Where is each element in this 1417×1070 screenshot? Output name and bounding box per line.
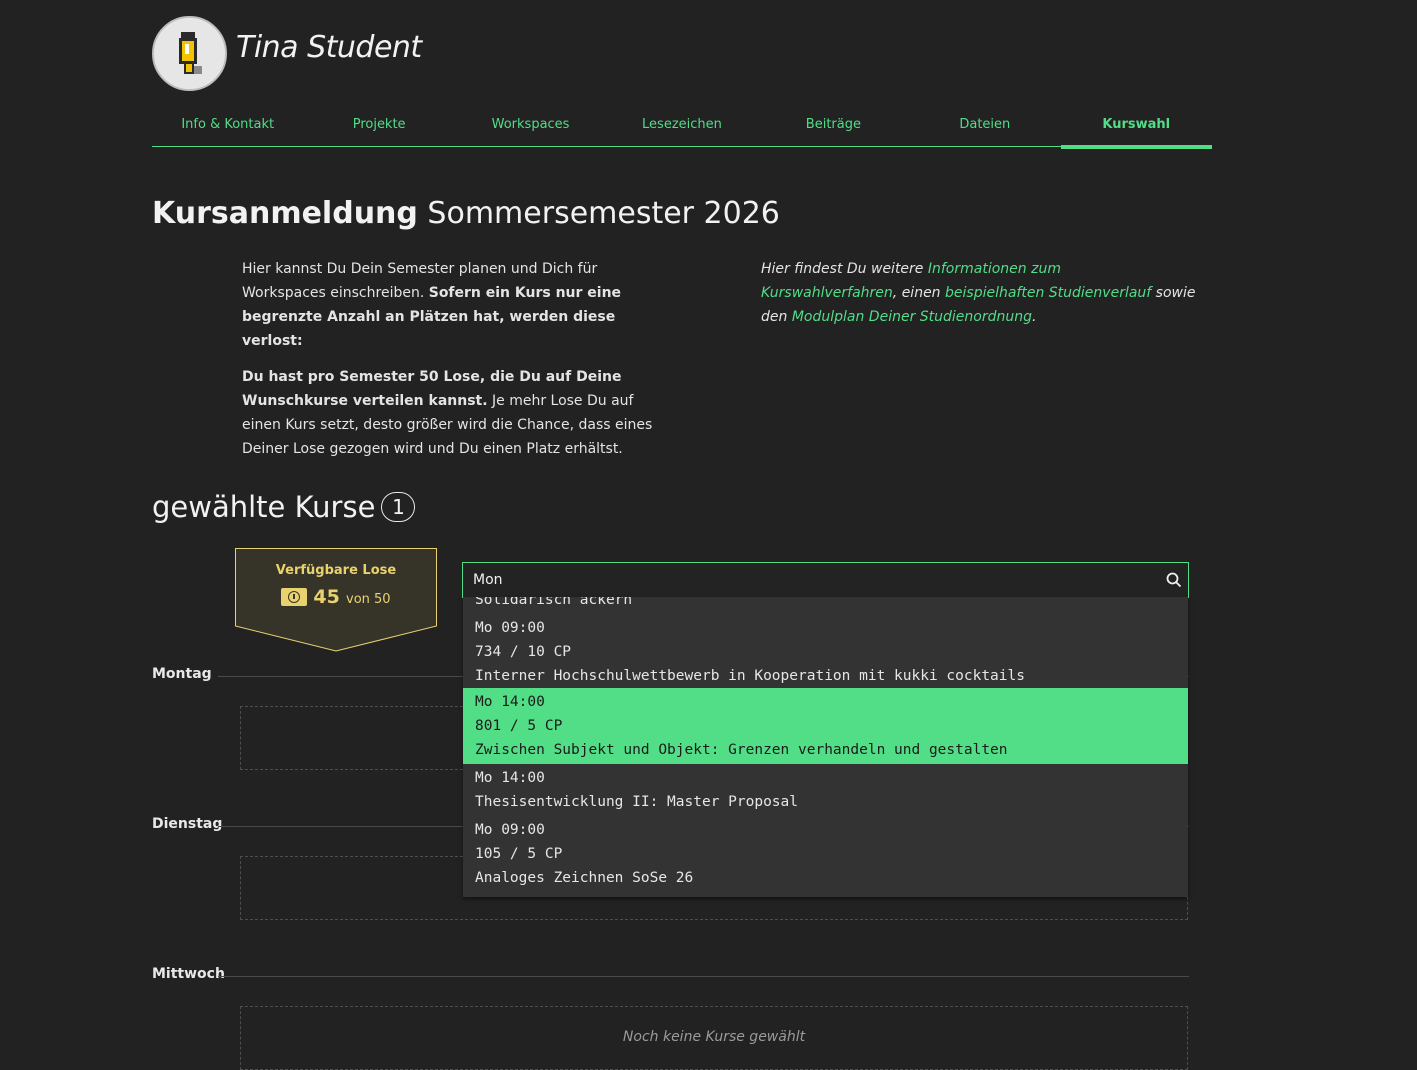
lots-total: von 50 [346,592,391,607]
result-title: Thesisentwicklung II: Master Proposal [475,794,799,810]
result-item-highlighted[interactable]: Mo 14:00 801 / 5 CP Zwischen Subjekt und… [463,688,1188,764]
available-lots-box: Verfügbare Lose 45 von 50 [235,548,437,652]
page-title-bold: Kursanmeldung [152,196,418,231]
profile-tabs: Info & Kontakt Projekte Workspaces Lesez… [152,112,1213,149]
result-time: Mo 09:00 [475,620,545,636]
tab-dateien[interactable]: Dateien [909,112,1060,146]
info-suffix: . [1032,309,1037,325]
info-prefix: Hier findest Du weitere [761,261,928,277]
avatar[interactable] [152,16,227,91]
course-search [462,562,1189,598]
tab-lesezeichen[interactable]: Lesezeichen [606,112,757,146]
info-links: Hier findest Du weitere Informationen zu… [761,257,1201,329]
day-label-mittwoch: Mittwoch [152,966,225,982]
result-meta: 801 / 5 CP [475,718,563,734]
result-item[interactable]: Solidarisch ackern [463,597,1188,612]
lots-count: 45 von 50 [235,586,437,608]
selected-count-badge: 1 [381,492,416,522]
tab-info-kontakt[interactable]: Info & Kontakt [152,112,303,146]
empty-message: Noch keine Kurse gewählt [622,1029,806,1045]
link-studienverlauf[interactable]: beispielhaften Studienverlauf [945,285,1151,301]
ticket-icon [281,588,308,606]
intro-paragraph-1: Hier kannst Du Dein Semester planen und … [242,257,672,353]
page-title: Kursanmeldung Sommersemester 2026 [152,196,780,231]
result-meta: 105 / 5 CP [475,846,563,862]
search-icon[interactable] [1166,572,1182,592]
day-label-montag: Montag [152,666,212,682]
result-title: Zwischen Subjekt und Objekt: Grenzen ver… [475,742,1008,758]
page-title-rest: Sommersemester 2026 [417,196,780,231]
tab-beitraege[interactable]: Beiträge [758,112,909,146]
result-title: Interner Hochschulwettbewerb in Kooperat… [475,668,1025,684]
search-results-dropdown: Solidarisch ackern Mo 09:00 734 / 10 CP … [463,597,1188,897]
result-item[interactable]: Mo 09:00 105 / 5 CP Analoges Zeichnen So… [463,818,1188,890]
user-name: Tina Student [236,30,422,65]
course-search-input[interactable] [463,563,1153,597]
lots-label: Verfügbare Lose [275,563,397,578]
result-item[interactable]: Mo 14:00 Thesisentwicklung II: Master Pr… [463,764,1188,818]
tab-workspaces[interactable]: Workspaces [455,112,606,146]
day-divider [218,976,1189,977]
tab-projekte[interactable]: Projekte [303,112,454,146]
day-label-dienstag: Dienstag [152,816,223,832]
result-time: Mo 14:00 [475,694,545,710]
selected-courses-label: gewählte Kurse [152,490,376,524]
result-meta: 734 / 10 CP [475,644,572,660]
selected-courses-title: gewählte Kurse 1 [152,490,416,524]
lots-available: 45 [313,586,340,608]
result-title: Analoges Zeichnen SoSe 26 [475,870,694,886]
tab-kurswahl[interactable]: Kurswahl [1060,112,1213,149]
result-title: Solidarisch ackern [475,597,633,608]
day-drop-area-mittwoch: Noch keine Kurse gewählt [240,1006,1188,1070]
result-time: Mo 09:00 [475,822,545,838]
info-mid-1: , einen [892,285,946,301]
result-item[interactable]: Mo 09:00 734 / 10 CP Interner Hochschulw… [463,612,1188,688]
link-modulplan[interactable]: Modulplan Deiner Studienordnung [792,309,1032,325]
intro-paragraph-2: Du hast pro Semester 50 Lose, die Du auf… [242,365,672,461]
result-time: Mo 14:00 [475,770,545,786]
intro-text: Hier kannst Du Dein Semester planen und … [242,257,672,473]
pixel-character-icon [154,18,225,89]
